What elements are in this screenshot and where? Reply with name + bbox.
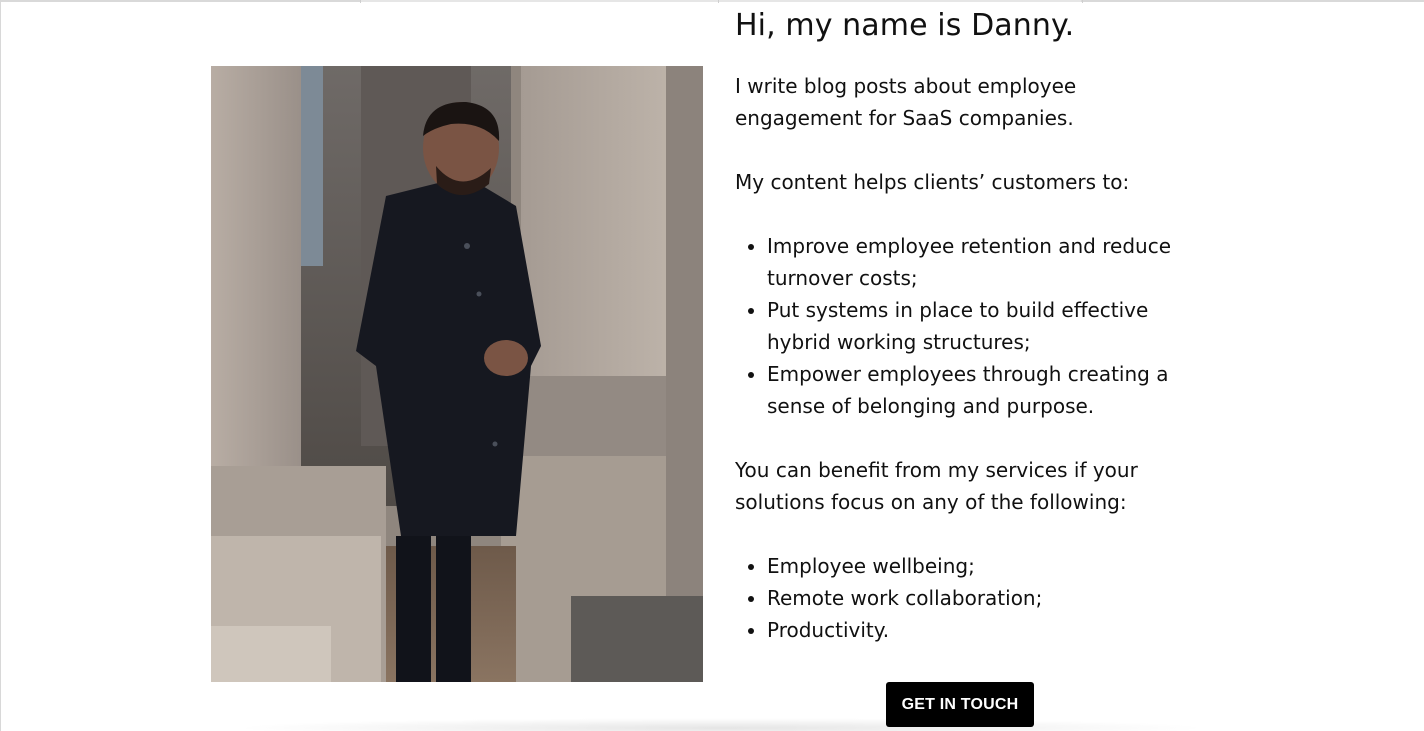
intro-section: Hi, my name is Danny. I write blog posts… (735, 6, 1195, 646)
get-in-touch-button[interactable]: GET IN TOUCH (886, 682, 1034, 727)
top-divider (1, 0, 1424, 3)
services-intro: You can benefit from my services if your… (735, 458, 1138, 514)
section-shadow (231, 718, 1211, 731)
list-item: Employee wellbeing; (767, 550, 1195, 582)
page: Hi, my name is Danny. I write blog posts… (0, 0, 1424, 731)
divider-tick (360, 0, 361, 3)
profile-photo (211, 66, 703, 682)
divider-tick (1082, 0, 1083, 3)
page-title: Hi, my name is Danny. (735, 8, 1075, 43)
list-item: Put systems in place to build effective … (767, 294, 1195, 358)
list-item: Improve employee retention and reduce tu… (767, 230, 1195, 294)
intro-paragraph: I write blog posts about employee engage… (735, 74, 1077, 130)
list-item: Productivity. (767, 614, 1195, 646)
list-item: Empower employees through creating a sen… (767, 358, 1195, 422)
focus-areas-list: Employee wellbeing; Remote work collabor… (735, 550, 1195, 646)
divider-tick (718, 0, 719, 3)
benefits-intro: My content helps clients’ customers to: (735, 170, 1130, 194)
benefits-list: Improve employee retention and reduce tu… (735, 230, 1195, 422)
list-item: Remote work collaboration; (767, 582, 1195, 614)
